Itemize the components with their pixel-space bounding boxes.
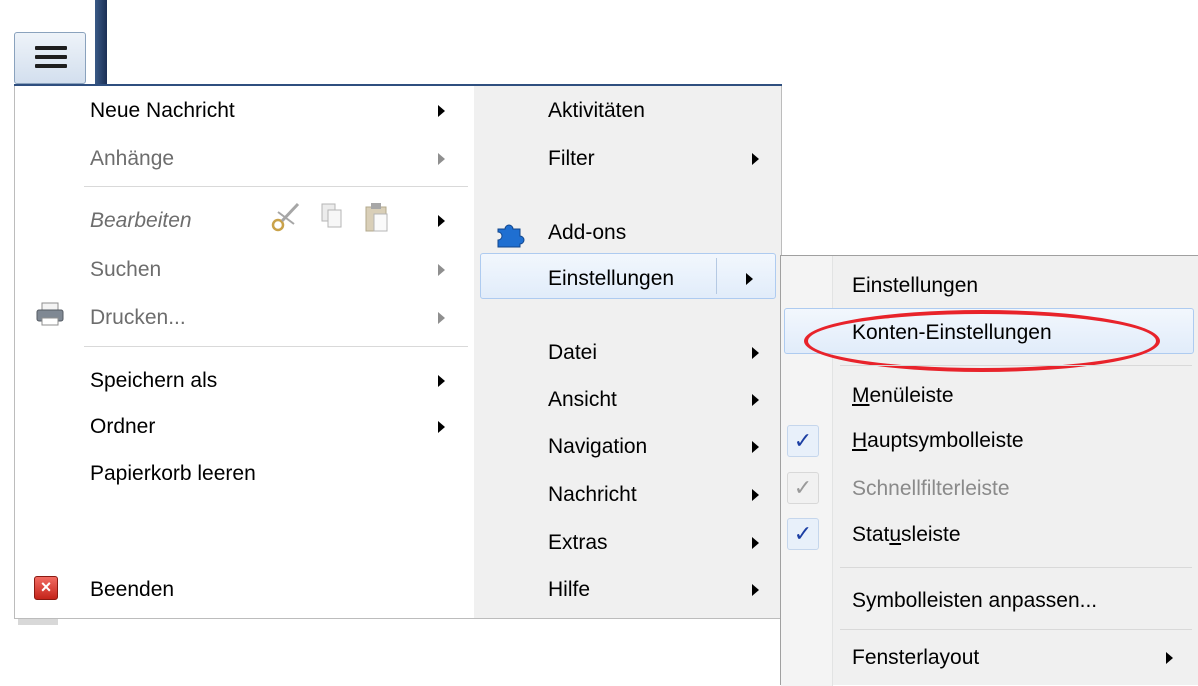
menu-item-drucken[interactable]: Drucken... xyxy=(90,305,186,331)
submenu-item-menueleiste[interactable]: Menüleiste xyxy=(852,383,954,409)
window-titlebar-edge xyxy=(95,0,107,84)
chevron-right-icon xyxy=(438,153,445,165)
chevron-right-icon xyxy=(438,215,445,227)
submenu-item-schnellfilterleiste[interactable]: Schnellfilterleiste xyxy=(852,476,1010,502)
menu-item-bearbeiten[interactable]: Bearbeiten xyxy=(90,208,192,234)
chevron-right-icon xyxy=(438,421,445,433)
chevron-right-icon xyxy=(438,105,445,117)
submenu-item-symbolleisten-anpassen[interactable]: Symbolleisten anpassen... xyxy=(852,588,1097,614)
chevron-right-icon xyxy=(438,264,445,276)
chevron-right-icon xyxy=(438,312,445,324)
menu-item-speichern-als[interactable]: Speichern als xyxy=(90,368,217,394)
menu-separator xyxy=(84,346,468,347)
chevron-right-icon xyxy=(1166,652,1173,664)
annotation-red-ellipse xyxy=(804,310,1160,372)
menu-item-navigation[interactable]: Navigation xyxy=(548,434,647,460)
chevron-right-icon xyxy=(752,489,759,501)
menu-item-ordner[interactable]: Ordner xyxy=(90,414,155,440)
checkmark-icon: ✓ xyxy=(787,518,819,550)
submenu-item-hauptsymbolleiste[interactable]: Hauptsymbolleiste xyxy=(852,428,1024,454)
menu-item-anhaenge[interactable]: Anhänge xyxy=(90,146,174,172)
chevron-right-icon xyxy=(438,375,445,387)
split-divider xyxy=(716,258,717,294)
chevron-right-icon xyxy=(752,347,759,359)
paste-icon[interactable] xyxy=(365,203,388,232)
menu-item-beenden[interactable]: Beenden xyxy=(90,577,174,603)
edit-icons-group xyxy=(271,202,388,232)
menu-item-suchen[interactable]: Suchen xyxy=(90,257,161,283)
menu-item-ansicht[interactable]: Ansicht xyxy=(548,387,617,413)
puzzle-icon xyxy=(497,224,525,248)
printer-icon xyxy=(36,302,64,326)
menu-item-nachricht[interactable]: Nachricht xyxy=(548,482,637,508)
submenu-item-statusleiste[interactable]: Statusleiste xyxy=(852,522,961,548)
app-menu-left-panel xyxy=(14,84,474,619)
menu-top-border xyxy=(14,84,782,86)
chevron-right-icon xyxy=(752,537,759,549)
menu-item-einstellungen[interactable]: Einstellungen xyxy=(548,266,674,292)
menu-item-papierkorb-leeren[interactable]: Papierkorb leeren xyxy=(90,461,256,487)
copy-icon[interactable] xyxy=(321,203,342,228)
chevron-right-icon xyxy=(752,584,759,596)
submenu-item-fensterlayout[interactable]: Fensterlayout xyxy=(852,645,979,671)
menu-item-filter[interactable]: Filter xyxy=(548,146,595,172)
app-menu-right-panel xyxy=(474,84,782,619)
menu-separator xyxy=(840,365,1192,366)
chevron-right-icon xyxy=(752,394,759,406)
chevron-right-icon xyxy=(752,153,759,165)
submenu-item-einstellungen[interactable]: Einstellungen xyxy=(852,273,978,299)
exit-icon: × xyxy=(34,576,58,600)
menu-item-add-ons[interactable]: Add-ons xyxy=(548,220,626,246)
menu-separator xyxy=(840,567,1192,568)
chevron-right-icon[interactable] xyxy=(746,273,753,285)
checkmark-icon: ✓ xyxy=(787,425,819,457)
chevron-right-icon xyxy=(752,441,759,453)
menu-separator xyxy=(84,186,468,187)
checkmark-icon: ✓ xyxy=(787,472,819,504)
menu-shadow xyxy=(18,619,58,625)
menu-separator xyxy=(840,629,1192,630)
menu-item-aktivitaeten[interactable]: Aktivitäten xyxy=(548,98,645,124)
menu-item-neue-nachricht[interactable]: Neue Nachricht xyxy=(90,98,235,124)
menu-item-extras[interactable]: Extras xyxy=(548,530,608,556)
menu-item-datei[interactable]: Datei xyxy=(548,340,597,366)
cut-icon[interactable] xyxy=(271,202,300,232)
app-menu-button[interactable] xyxy=(14,32,86,84)
menu-item-hilfe[interactable]: Hilfe xyxy=(548,577,590,603)
